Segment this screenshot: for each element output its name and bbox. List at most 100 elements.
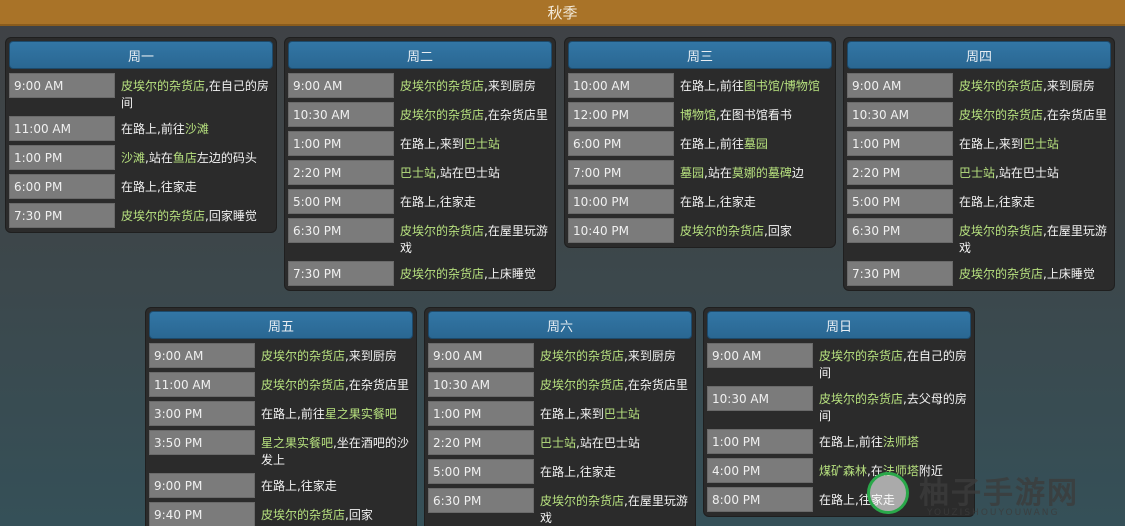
schedule-row: 6:30 PM 皮埃尔的杂货店,在屋里玩游戏 [428,488,692,526]
day-header: 周五 [149,311,413,339]
schedule-row: 4:00 PM 煤矿森林,在法师塔附近 [707,458,971,483]
location-link[interactable]: 皮埃尔的杂货店 [959,267,1043,281]
schedule-row: 10:30 AM 皮埃尔的杂货店,在杂货店里 [428,372,692,397]
time-label: 11:00 AM [9,116,115,141]
activity-text: 边 [791,166,804,180]
location-link[interactable]: 皮埃尔的杂货店 [959,108,1043,122]
schedule-row: 7:30 PM 皮埃尔的杂货店,回家睡觉 [9,203,273,228]
schedule-row: 6:30 PM 皮埃尔的杂货店,在屋里玩游戏 [288,218,552,257]
day-header: 周一 [9,41,273,69]
time-label: 4:00 PM [707,458,813,483]
day-card: 周五 9:00 AM 皮埃尔的杂货店,来到厨房 11:00 AM 皮埃尔的杂货店,在杂货… [145,307,417,526]
activity-text: 在路上,来到 [400,137,464,151]
location-link[interactable]: 皮埃尔的杂货店 [540,378,624,392]
time-label: 9:00 AM [707,343,813,368]
time-label: 10:00 AM [568,73,674,98]
location-link[interactable]: 莫娜的墓碑 [732,166,792,180]
location-link[interactable]: 皮埃尔的杂货店 [400,108,484,122]
activity-description: 在路上,来到巴士站 [953,131,1111,153]
location-link[interactable]: 星之果实餐吧 [325,407,397,421]
schedule-row: 6:00 PM 在路上,往家走 [9,174,273,199]
activity-text: ,站在巴士站 [995,166,1059,180]
time-label: 6:00 PM [9,174,115,199]
time-label: 9:00 AM [9,73,115,98]
time-label: 6:30 PM [847,218,953,243]
activity-description: 皮埃尔的杂货店,来到厨房 [255,343,413,365]
location-link[interactable]: 法师塔 [883,435,919,449]
activity-text: ,来到厨房 [1043,79,1095,93]
location-link[interactable]: 皮埃尔的杂货店 [540,494,624,508]
activity-description: 星之果实餐吧,坐在酒吧的沙发上 [255,430,413,469]
schedule-row: 3:00 PM 在路上,前往星之果实餐吧 [149,401,413,426]
activity-description: 皮埃尔的杂货店,在屋里玩游戏 [534,488,692,526]
location-link[interactable]: 皮埃尔的杂货店 [261,349,345,363]
season-title: 秋季 [0,0,1125,26]
location-link[interactable]: 图书馆/博物馆 [744,79,820,93]
activity-description: 皮埃尔的杂货店,来到厨房 [394,73,552,95]
location-link[interactable]: 巴士站 [604,407,640,421]
location-link[interactable]: 皮埃尔的杂货店 [121,79,205,93]
location-link[interactable]: 皮埃尔的杂货店 [680,224,764,238]
time-label: 3:00 PM [149,401,255,426]
time-label: 5:00 PM [847,189,953,214]
activity-text: ,在杂货店里 [484,108,548,122]
activity-description: 博物馆,在图书馆看书 [674,102,832,124]
time-label: 10:30 AM [707,386,813,411]
location-link[interactable]: 皮埃尔的杂货店 [261,508,345,522]
location-link[interactable]: 皮埃尔的杂货店 [819,349,903,363]
location-link[interactable]: 煤矿森林 [819,464,867,478]
location-link[interactable]: 皮埃尔的杂货店 [959,79,1043,93]
time-label: 2:20 PM [428,430,534,455]
day-card: 周一 9:00 AM 皮埃尔的杂货店,在自己的房间 11:00 AM 在路上,前往沙滩 1… [5,37,277,233]
location-link[interactable]: 沙滩 [121,151,145,165]
time-label: 10:30 AM [288,102,394,127]
time-label: 8:00 PM [707,487,813,512]
location-link[interactable]: 皮埃尔的杂货店 [819,392,903,406]
activity-text: ,来到厨房 [345,349,397,363]
location-link[interactable]: 法师塔 [883,464,919,478]
schedule-row: 11:00 AM 在路上,前往沙滩 [9,116,273,141]
day-header: 周六 [428,311,692,339]
location-link[interactable]: 鱼店 [173,151,197,165]
time-label: 3:50 PM [149,430,255,455]
day-card: 周六 9:00 AM 皮埃尔的杂货店,来到厨房 10:30 AM 皮埃尔的杂货店,在杂货… [424,307,696,526]
location-link[interactable]: 巴士站 [959,166,995,180]
schedule-row: 10:30 AM 皮埃尔的杂货店,在杂货店里 [288,102,552,127]
activity-description: 在路上,前往墓园 [674,131,832,153]
activity-text: ,上床睡觉 [484,267,536,281]
location-link[interactable]: 皮埃尔的杂货店 [400,267,484,281]
schedule-row: 7:00 PM 墓园,站在莫娜的墓碑边 [568,160,832,185]
schedule-row: 3:50 PM 星之果实餐吧,坐在酒吧的沙发上 [149,430,413,469]
location-link[interactable]: 沙滩 [185,122,209,136]
location-link[interactable]: 皮埃尔的杂货店 [400,79,484,93]
day-card: 周二 9:00 AM 皮埃尔的杂货店,来到厨房 10:30 AM 皮埃尔的杂货店,在杂货… [284,37,556,291]
activity-description: 皮埃尔的杂货店,在屋里玩游戏 [394,218,552,257]
activity-description: 皮埃尔的杂货店,在自己的房间 [115,73,273,112]
location-link[interactable]: 皮埃尔的杂货店 [121,209,205,223]
day-header: 周三 [568,41,832,69]
location-link[interactable]: 星之果实餐吧 [261,436,333,450]
location-link[interactable]: 巴士站 [400,166,436,180]
activity-text: ,在杂货店里 [345,378,409,392]
time-label: 5:00 PM [428,459,534,484]
location-link[interactable]: 巴士站 [540,436,576,450]
location-link[interactable]: 皮埃尔的杂货店 [540,349,624,363]
location-link[interactable]: 皮埃尔的杂货店 [959,224,1043,238]
location-link[interactable]: 墓园 [680,166,704,180]
time-label: 10:30 AM [428,372,534,397]
location-link[interactable]: 墓园 [744,137,768,151]
location-link[interactable]: 皮埃尔的杂货店 [261,378,345,392]
activity-description: 墓园,站在莫娜的墓碑边 [674,160,832,182]
time-label: 6:30 PM [428,488,534,513]
schedule-row: 5:00 PM 在路上,往家走 [847,189,1111,214]
activity-description: 在路上,来到巴士站 [534,401,692,423]
schedule-row: 10:00 PM 在路上,往家走 [568,189,832,214]
location-link[interactable]: 皮埃尔的杂货店 [400,224,484,238]
location-link[interactable]: 博物馆 [680,108,716,122]
location-link[interactable]: 巴士站 [1023,137,1059,151]
time-label: 9:00 AM [847,73,953,98]
schedule-row: 9:00 AM 皮埃尔的杂货店,来到厨房 [428,343,692,368]
location-link[interactable]: 巴士站 [464,137,500,151]
time-label: 10:40 PM [568,218,674,243]
activity-text: 左边的码头 [196,151,257,165]
